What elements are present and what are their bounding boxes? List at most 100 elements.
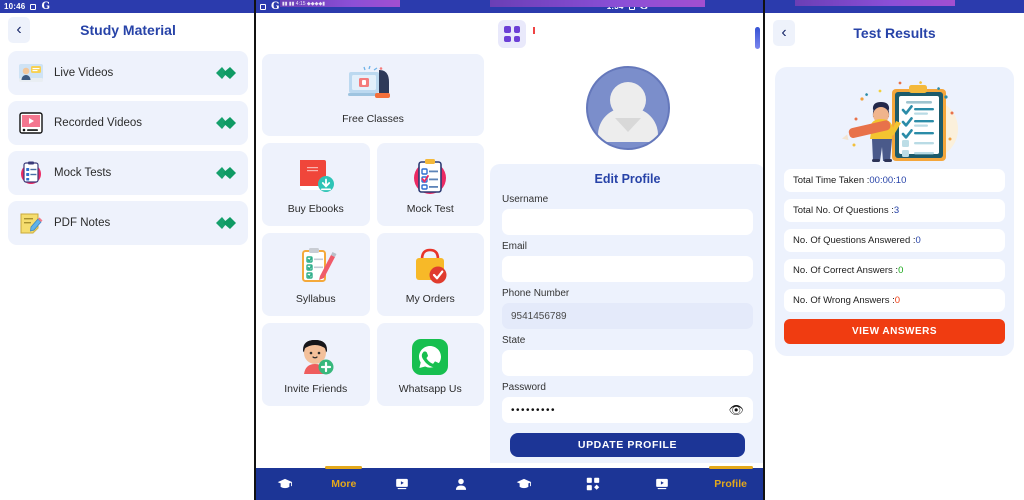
person-icon xyxy=(455,478,466,490)
red-marker-icon xyxy=(533,27,535,34)
list-item-mock-tests[interactable]: Mock Tests xyxy=(8,151,248,195)
tile-invite-friends[interactable]: Invite Friends xyxy=(262,323,370,406)
list-item-recorded-videos[interactable]: Recorded Videos xyxy=(8,101,248,145)
tile-syllabus[interactable]: Syllabus xyxy=(262,233,370,316)
panel-divider xyxy=(254,0,256,500)
more-grid-row-3: Invite Friends Whatsapp Us xyxy=(262,323,484,406)
result-label: No. Of Wrong Answers : xyxy=(793,295,895,306)
green-arrow-icon xyxy=(216,217,236,229)
email-input[interactable] xyxy=(502,256,753,282)
password-input[interactable]: ••••••••• 👁 xyxy=(502,397,753,423)
tile-label: Invite Friends xyxy=(284,382,348,395)
nav-item-classes[interactable] xyxy=(256,468,315,500)
overlay-status-sliver xyxy=(795,0,955,6)
tile-label: Syllabus xyxy=(295,292,336,305)
clipboard-test-icon xyxy=(21,161,41,184)
overlay-status-sliver: ▮▮ ▮▮ 4:15 ◆◆◆◆▮ xyxy=(280,0,400,7)
overlay-status-sliver xyxy=(490,0,705,7)
tile-label: Buy Ebooks xyxy=(287,202,344,215)
grid-dot xyxy=(504,26,511,33)
page-title: Test Results xyxy=(853,25,936,41)
nav-item-more[interactable] xyxy=(559,468,628,500)
study-material-list: Live Videos Recorded Videos Mock Tests P… xyxy=(0,47,256,255)
google-g-icon: G xyxy=(41,0,51,12)
overlay-signal-icons xyxy=(492,1,493,7)
result-value: 00:00:10 xyxy=(869,175,907,186)
grid-apps-icon xyxy=(586,477,600,491)
panel-divider xyxy=(763,0,765,500)
graduation-cap-icon xyxy=(517,478,532,489)
update-profile-button[interactable]: UPDATE PROFILE xyxy=(510,433,745,457)
email-label: Email xyxy=(502,241,528,252)
state-input[interactable] xyxy=(502,350,753,376)
username-input[interactable] xyxy=(502,209,753,235)
list-item-pdf-notes[interactable]: PDF Notes xyxy=(8,201,248,245)
app-bar xyxy=(256,13,490,50)
video-screen-icon xyxy=(656,478,668,490)
result-value: 0 xyxy=(898,265,904,276)
results-card: Total Time Taken : 00:00:10 Total No. Of… xyxy=(775,67,1014,356)
username-label: Username xyxy=(502,194,549,205)
result-label: Total No. Of Questions : xyxy=(793,205,894,216)
table-row: Total Time Taken : 00:00:10 xyxy=(784,169,1005,192)
tile-label: Free Classes xyxy=(342,113,404,125)
result-label: No. Of Correct Answers : xyxy=(793,265,899,276)
chevron-left-icon: ‹ xyxy=(16,21,22,38)
default-avatar-icon[interactable] xyxy=(585,66,670,150)
app-bar: ‹ Test Results xyxy=(765,13,1024,53)
more-grid: Free Classes Buy Ebooks Mock Test Syllab… xyxy=(256,50,490,406)
view-answers-button[interactable]: VIEW ANSWERS xyxy=(784,319,1005,344)
tile-whatsapp-us[interactable]: Whatsapp Us xyxy=(376,323,484,406)
state-label: State xyxy=(502,335,526,346)
tile-free-classes[interactable]: Free Classes xyxy=(262,54,484,136)
live-video-icon xyxy=(19,64,43,82)
grid-apps-icon[interactable] xyxy=(498,20,526,48)
tile-mock-test[interactable]: Mock Test xyxy=(376,143,484,226)
tile-my-orders[interactable]: My Orders xyxy=(376,233,484,316)
phone-number-input[interactable]: 9541456789 xyxy=(502,303,753,329)
recorded-video-icon xyxy=(19,112,43,134)
back-button[interactable]: ‹ xyxy=(773,20,795,46)
google-g-icon: G xyxy=(271,0,280,12)
checklist-person-icon xyxy=(784,77,1005,169)
nav-item-videos[interactable] xyxy=(373,468,432,500)
pdf-notes-icon xyxy=(20,213,43,234)
list-item-label: PDF Notes xyxy=(54,217,111,229)
nav-item-more[interactable]: More xyxy=(315,466,374,500)
whatsapp-icon xyxy=(409,335,451,379)
status-bar-time: 10:46 xyxy=(4,2,26,11)
graduation-cap-icon xyxy=(277,478,293,489)
green-arrow-icon xyxy=(216,117,236,129)
green-arrow-icon xyxy=(216,167,236,179)
nav-item-classes[interactable] xyxy=(490,468,559,500)
avatar-notch xyxy=(614,118,641,132)
bottom-nav: More xyxy=(256,466,491,500)
result-label: No. Of Questions Answered : xyxy=(793,235,916,246)
grid-dot xyxy=(504,35,511,42)
back-button[interactable]: ‹ xyxy=(8,17,30,43)
eye-icon[interactable]: 👁 xyxy=(729,403,744,417)
syllabus-icon xyxy=(295,245,337,289)
overlay-signal-icons xyxy=(797,0,798,6)
nav-item-profile[interactable]: Profile xyxy=(696,466,765,500)
list-item-live-videos[interactable]: Live Videos xyxy=(8,51,248,95)
list-item-label: Mock Tests xyxy=(54,167,112,179)
grid-dot xyxy=(513,35,520,42)
nav-item-profile[interactable] xyxy=(432,468,491,500)
free-classes-icon xyxy=(345,65,401,109)
app-bar: ‹ Study Material xyxy=(0,13,256,47)
result-value: 3 xyxy=(893,205,900,216)
nav-item-videos[interactable] xyxy=(628,468,697,500)
password-label: Password xyxy=(502,382,546,393)
tile-buy-ebooks[interactable]: Buy Ebooks xyxy=(262,143,370,226)
invite-friend-icon xyxy=(295,335,337,379)
overlay-signal-icons: ▮▮ ▮▮ 4:15 ◆◆◆◆▮ xyxy=(282,0,326,7)
more-grid-row-1: Buy Ebooks Mock Test xyxy=(262,143,484,226)
table-row: No. Of Questions Answered : 0 xyxy=(784,229,1005,252)
chevron-left-icon: ‹ xyxy=(781,24,787,41)
table-row: No. Of Correct Answers : 0 xyxy=(784,259,1005,282)
scrollbar-thumb[interactable] xyxy=(755,27,760,49)
mock-test-icon xyxy=(409,155,451,199)
edit-profile-form: Edit Profile Username Email Phone Number… xyxy=(490,164,765,463)
study-material-screen: 10:46 G ‹ Study Material Live Videos Rec… xyxy=(0,0,256,500)
